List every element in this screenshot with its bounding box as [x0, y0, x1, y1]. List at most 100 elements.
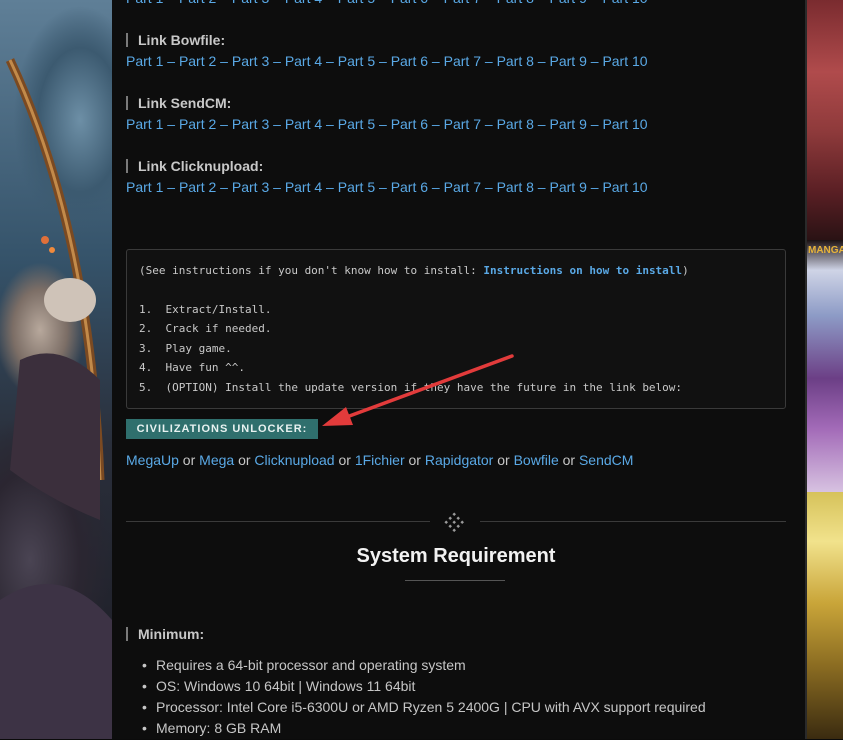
part-link[interactable]: Part 10	[602, 179, 647, 195]
part-link[interactable]: Part 3	[232, 179, 269, 195]
part-link[interactable]: Part 4	[285, 179, 322, 195]
part-link[interactable]: Part 9	[550, 116, 587, 132]
part-link[interactable]: Part 9	[550, 179, 587, 195]
section-divider-right	[480, 521, 786, 522]
instructions-intro: (See instructions if you don't know how …	[139, 264, 689, 277]
part-link[interactable]: Part 8	[497, 116, 534, 132]
part-link[interactable]: Part 10	[602, 53, 647, 69]
part-link[interactable]: Part 6	[391, 53, 428, 69]
link-separator: –	[534, 0, 550, 6]
link-separator: –	[269, 179, 285, 195]
link-separator: –	[481, 0, 497, 6]
instruction-step: 4. Have fun ^^.	[139, 361, 245, 374]
link-separator: –	[216, 0, 232, 6]
mirror-link[interactable]: SendCM	[579, 452, 633, 468]
mirror-link[interactable]: 1Fichier	[355, 452, 405, 468]
mirror-link[interactable]: Mega	[199, 452, 234, 468]
part-link[interactable]: Part 8	[497, 0, 534, 6]
mirror-link[interactable]: Rapidgator	[425, 452, 494, 468]
mirror-link[interactable]: Bowfile	[514, 452, 559, 468]
instructions-link[interactable]: Instructions on how to install	[483, 264, 682, 277]
instructions-prefix: (See instructions if you don't know how …	[139, 264, 484, 277]
instruction-step: 2. Crack if needed.	[139, 322, 272, 335]
part-links-row-clicknupload: Part 1 – Part 2 – Part 3 – Part 4 – Part…	[126, 179, 648, 195]
part-link[interactable]: Part 6	[391, 116, 428, 132]
part-links-row-sendcm: Part 1 – Part 2 – Part 3 – Part 4 – Part…	[126, 116, 648, 132]
link-separator: –	[216, 53, 232, 69]
link-separator: –	[375, 179, 391, 195]
list-item: Memory: 8 GB RAM	[126, 719, 706, 740]
link-separator: –	[322, 179, 338, 195]
title-underline	[405, 580, 505, 581]
mirror-link[interactable]: Clicknupload	[254, 452, 334, 468]
link-separator: –	[533, 179, 550, 195]
part-link[interactable]: Part 7	[444, 116, 481, 132]
link-separator: –	[428, 53, 444, 69]
part-link[interactable]: Part 7	[444, 53, 481, 69]
part-link[interactable]: Part 9	[550, 0, 587, 6]
diamond-ornament-icon	[444, 512, 464, 532]
part-link[interactable]: Part 6	[391, 179, 428, 195]
part-link[interactable]: Part 1	[126, 53, 163, 69]
link-heading-clicknupload: Link Clicknupload:	[126, 159, 263, 173]
link-separator: –	[163, 53, 179, 69]
mirror-link[interactable]: MegaUp	[126, 452, 179, 468]
sidebar-ad-image[interactable]	[807, 492, 843, 739]
part-link[interactable]: Part 7	[444, 0, 481, 6]
civilizations-unlocker-badge: CIVILIZATIONS UNLOCKER:	[126, 419, 318, 439]
manga-logo: MANGA	[808, 245, 843, 256]
system-requirement-title: System Requirement	[356, 545, 556, 567]
part-link[interactable]: Part 2	[179, 179, 216, 195]
list-item: OS: Windows 10 64bit | Windows 11 64bit	[126, 677, 706, 698]
link-separator: –	[322, 0, 338, 6]
part-link[interactable]: Part 6	[391, 0, 428, 6]
link-heading-bowfile: Link Bowfile:	[126, 33, 225, 47]
part-link[interactable]: Part 7	[444, 179, 481, 195]
sidebar-ad-image[interactable]: MANGA	[807, 240, 843, 492]
left-background-artwork	[0, 0, 112, 739]
part-link[interactable]: Part 2	[179, 116, 216, 132]
list-item: Requires a 64-bit processor and operatin…	[126, 656, 706, 677]
part-link[interactable]: Part 10	[602, 116, 647, 132]
link-separator: –	[375, 53, 391, 69]
part-link[interactable]: Part 4	[285, 53, 322, 69]
part-link[interactable]: Part 3	[232, 53, 269, 69]
link-separator: –	[428, 179, 444, 195]
mirror-separator: or	[178, 452, 200, 468]
mirror-separator: or	[334, 452, 355, 468]
link-separator: –	[586, 179, 603, 195]
part-link[interactable]: Part 10	[602, 0, 647, 6]
minimum-heading: Minimum:	[126, 627, 204, 641]
part-link[interactable]: Part 2	[179, 0, 216, 6]
instruction-step: 3. Play game.	[139, 342, 232, 355]
part-link[interactable]: Part 4	[285, 0, 322, 6]
part-link[interactable]: Part 8	[497, 53, 534, 69]
part-link[interactable]: Part 1	[126, 116, 163, 132]
link-separator: –	[533, 116, 550, 132]
part-link[interactable]: Part 8	[497, 179, 534, 195]
part-link[interactable]: Part 5	[338, 53, 375, 69]
link-separator: –	[587, 0, 603, 6]
right-sidebar-ads[interactable]: MANGA	[807, 0, 843, 739]
part-link[interactable]: Part 9	[550, 53, 587, 69]
sidebar-ad-image[interactable]	[807, 0, 843, 240]
instruction-step: 1. Extract/Install.	[139, 303, 272, 316]
part-link[interactable]: Part 1	[126, 179, 163, 195]
instruction-step: 5. (OPTION) Install the update version i…	[139, 381, 683, 394]
part-link[interactable]: Part 5	[338, 179, 375, 195]
install-instructions-box: (See instructions if you don't know how …	[126, 249, 786, 409]
part-link[interactable]: Part 3	[232, 0, 269, 6]
part-links-row-bowfile: Part 1 – Part 2 – Part 3 – Part 4 – Part…	[126, 53, 648, 69]
part-link[interactable]: Part 5	[338, 0, 375, 6]
link-separator: –	[533, 53, 550, 69]
part-link[interactable]: Part 2	[179, 53, 216, 69]
link-separator: –	[269, 53, 285, 69]
part-link[interactable]: Part 5	[338, 116, 375, 132]
link-separator: –	[375, 0, 391, 6]
link-separator: –	[163, 116, 179, 132]
part-link[interactable]: Part 3	[232, 116, 269, 132]
link-separator: –	[163, 0, 179, 6]
part-link[interactable]: Part 4	[285, 116, 322, 132]
part-link[interactable]: Part 1	[126, 0, 163, 6]
mirror-separator: or	[404, 452, 425, 468]
